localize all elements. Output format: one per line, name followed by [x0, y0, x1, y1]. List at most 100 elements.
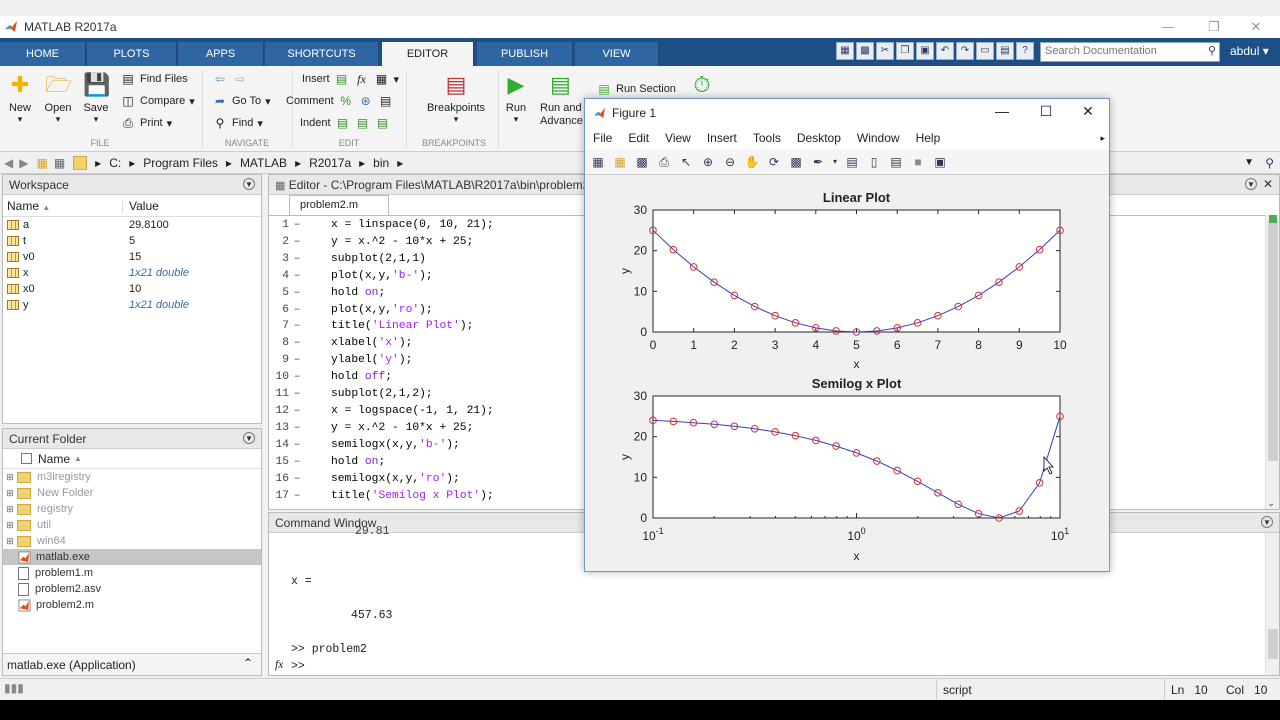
command-window-menu-icon[interactable]: ▼: [1261, 516, 1273, 528]
figure-menu-help[interactable]: Help: [908, 131, 949, 145]
breakpoint-gutter[interactable]: –: [289, 437, 305, 454]
tab-editor[interactable]: EDITOR: [382, 42, 474, 66]
editor-menu-icon[interactable]: ▼: [1245, 178, 1257, 190]
open-button[interactable]: 🗁 Open ▾: [42, 72, 74, 125]
breakpoints-button[interactable]: ▤ Breakpoints ▾: [422, 72, 490, 125]
folder-item[interactable]: problem2.m: [3, 597, 261, 613]
breakpoint-gutter[interactable]: –: [289, 251, 305, 268]
code-analyzer-indicator[interactable]: [1269, 215, 1277, 223]
figure-close-icon[interactable]: ✕: [1073, 103, 1103, 120]
code-line[interactable]: 9– ylabel('y');: [269, 352, 494, 369]
editor-file-tab[interactable]: problem2.m: [289, 195, 389, 215]
path-dropdown-icon[interactable]: ▼: [1244, 157, 1254, 168]
breakpoint-gutter[interactable]: –: [289, 369, 305, 386]
close-icon[interactable]: ✕: [1236, 16, 1276, 38]
figure-menu-view[interactable]: View: [657, 131, 699, 145]
new-figure-icon[interactable]: ▦: [589, 153, 607, 171]
code-line[interactable]: 8– xlabel('x');: [269, 335, 494, 352]
minimize-icon[interactable]: —: [1148, 16, 1188, 38]
expand-icon[interactable]: ⊞: [3, 488, 17, 499]
code-line[interactable]: 15– hold on;: [269, 454, 494, 471]
paste-quick-icon[interactable]: ▣: [916, 42, 934, 60]
run-button[interactable]: ▶ Run ▾: [500, 72, 532, 125]
workspace-var-row[interactable]: y 1x21 double: [3, 297, 261, 313]
new-button[interactable]: ✚ New ▾: [4, 72, 36, 125]
forward-icon[interactable]: ▶: [19, 156, 28, 170]
path-segment-program-files[interactable]: Program Files: [143, 156, 218, 170]
workspace-var-row[interactable]: x 1x21 double: [3, 265, 261, 281]
current-folder-menu-icon[interactable]: ▼: [243, 432, 255, 444]
copy-quick-icon[interactable]: ❐: [896, 42, 914, 60]
code-line[interactable]: 13– y = x.^2 - 10*x + 25;: [269, 420, 494, 437]
code-line[interactable]: 11– subplot(2,1,2);: [269, 386, 494, 403]
folder-item[interactable]: ⊞ m3iregistry: [3, 469, 261, 485]
folder-item[interactable]: matlab.exe: [3, 549, 261, 565]
code-line[interactable]: 7– title('Linear Plot');: [269, 318, 494, 335]
path-search-icon[interactable]: ⚲: [1265, 156, 1274, 170]
insert-colorbar-icon[interactable]: ▯: [865, 153, 883, 171]
breakpoint-gutter[interactable]: –: [289, 352, 305, 369]
cmd-scrollbar[interactable]: [1265, 533, 1279, 675]
breakpoint-gutter[interactable]: –: [289, 454, 305, 471]
scroll-down-icon[interactable]: ⌄: [1267, 498, 1275, 509]
expand-icon[interactable]: ⊞: [3, 536, 17, 547]
line-number[interactable]: 2: [269, 234, 289, 251]
print-button[interactable]: ⎙ Print ▾: [120, 116, 172, 130]
path-segment-bin[interactable]: bin: [373, 156, 389, 170]
figure-menu-edit[interactable]: Edit: [620, 131, 657, 145]
user-account[interactable]: abdul ▾: [1230, 44, 1269, 58]
figure-maximize-icon[interactable]: ☐: [1031, 103, 1061, 120]
print-figure-icon[interactable]: ⎙: [655, 153, 673, 171]
workspace-var-row[interactable]: t5: [3, 233, 261, 249]
code-line[interactable]: 2– y = x.^2 - 10*x + 25;: [269, 234, 494, 251]
redo-quick-icon[interactable]: ↷: [956, 42, 974, 60]
insert-legend-icon[interactable]: ▤: [887, 153, 905, 171]
open-file-icon[interactable]: ▦: [611, 153, 629, 171]
code-line[interactable]: 6– plot(x,y,'ro');: [269, 302, 494, 319]
save-figure-icon[interactable]: ▩: [633, 153, 651, 171]
breakpoint-gutter[interactable]: –: [289, 285, 305, 302]
link-plot-icon[interactable]: ▤: [843, 153, 861, 171]
breakpoint-gutter[interactable]: –: [289, 302, 305, 319]
line-number[interactable]: 12: [269, 403, 289, 420]
line-number[interactable]: 6: [269, 302, 289, 319]
switch-windows-icon[interactable]: ▭: [976, 42, 994, 60]
code-line[interactable]: 14– semilogx(x,y,'b-');: [269, 437, 494, 454]
compare-button[interactable]: ◫ Compare ▾: [120, 94, 194, 108]
browse-folder-icon[interactable]: ▦: [54, 156, 65, 170]
breakpoint-gutter[interactable]: –: [289, 234, 305, 251]
code-line[interactable]: 5– hold on;: [269, 285, 494, 302]
breakpoint-gutter[interactable]: –: [289, 471, 305, 488]
line-number[interactable]: 8: [269, 335, 289, 352]
folder-item[interactable]: ⊞ registry: [3, 501, 261, 517]
up-folder-icon[interactable]: ▦: [36, 156, 47, 170]
line-number[interactable]: 9: [269, 352, 289, 369]
line-number[interactable]: 4: [269, 268, 289, 285]
undo-quick-icon[interactable]: ↶: [936, 42, 954, 60]
workspace-menu-icon[interactable]: ▼: [243, 178, 255, 190]
workspace-var-row[interactable]: x0 10: [3, 281, 261, 297]
expand-icon[interactable]: ⊞: [3, 472, 17, 483]
line-number[interactable]: 11: [269, 386, 289, 403]
breakpoint-gutter[interactable]: –: [289, 420, 305, 437]
folder-item[interactable]: problem2.asv: [3, 581, 261, 597]
go-to-button[interactable]: ➦ Go To ▾: [212, 94, 271, 108]
back-forward-buttons[interactable]: ⇦ ⇨: [212, 72, 248, 86]
tab-home[interactable]: HOME: [0, 42, 86, 66]
line-number[interactable]: 16: [269, 471, 289, 488]
code-line[interactable]: 3– subplot(2,1,1): [269, 251, 494, 268]
path-segment-matlab[interactable]: MATLAB: [240, 156, 287, 170]
col-name-header[interactable]: Name ▲: [3, 198, 123, 213]
folder-col-name[interactable]: Name: [38, 452, 70, 466]
fx-prompt-icon[interactable]: fx: [275, 659, 283, 671]
figure-menu-file[interactable]: File: [585, 131, 620, 145]
brush-icon[interactable]: ✒: [809, 153, 827, 171]
details-collapse-icon[interactable]: ⌃: [243, 656, 253, 670]
expand-icon[interactable]: ⊞: [3, 520, 17, 531]
show-plot-tools-icon[interactable]: ▣: [931, 153, 949, 171]
pan-icon[interactable]: ✋: [743, 153, 761, 171]
run-section-button[interactable]: ▤ Run Section: [596, 82, 676, 96]
breakpoint-gutter[interactable]: –: [289, 403, 305, 420]
tab-apps[interactable]: APPS: [178, 42, 264, 66]
folder-item[interactable]: ⊞ util: [3, 517, 261, 533]
